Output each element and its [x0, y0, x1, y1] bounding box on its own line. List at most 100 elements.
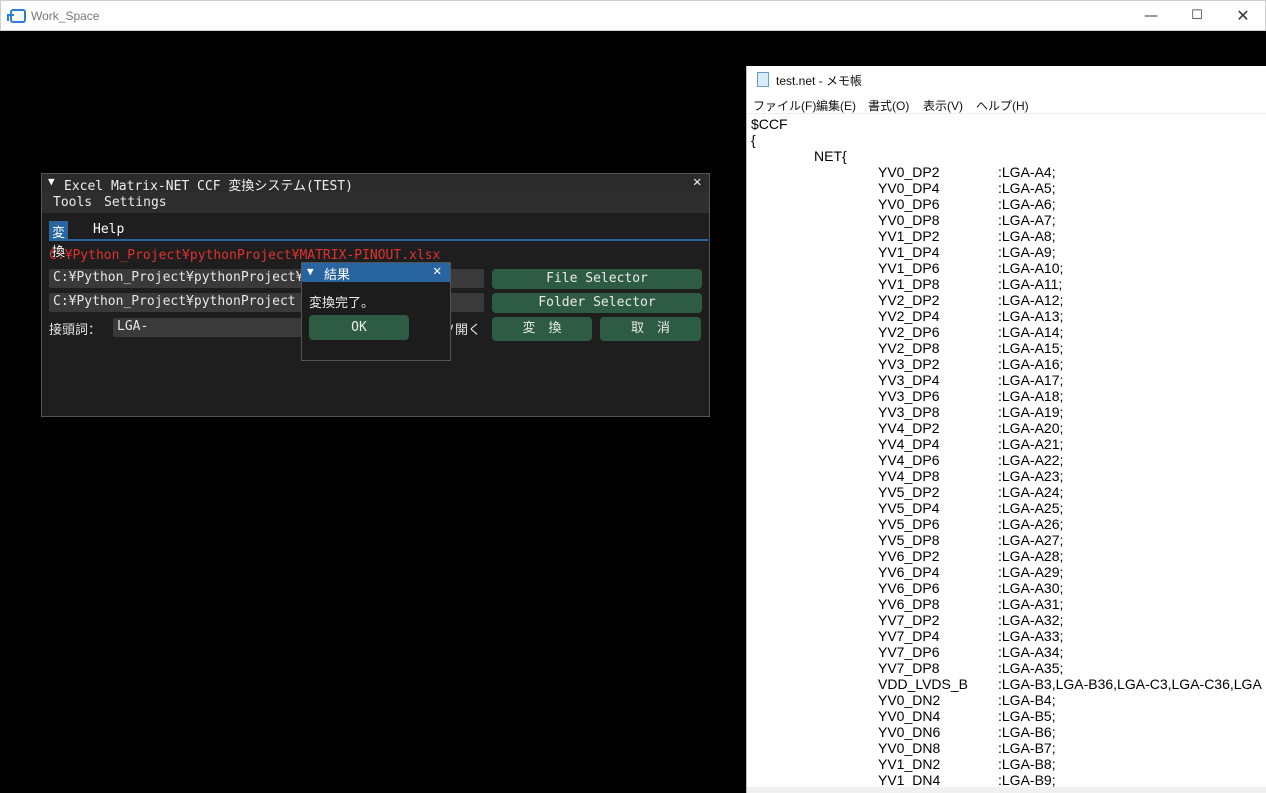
menu-view[interactable]: 表示(V) — [923, 97, 963, 114]
pin-name: YV3_DP8 — [878, 404, 940, 420]
minimize-button[interactable]: — — [1128, 1, 1174, 32]
pin-value: :LGA-B8; — [998, 756, 1056, 772]
notepad-icon — [757, 72, 769, 87]
pin-name: YV6_DP8 — [878, 596, 940, 612]
pin-name: YV5_DP2 — [878, 484, 940, 500]
convert-button[interactable]: 変 換 — [492, 317, 592, 341]
result-dialog[interactable]: ▼ 結果 ✕ 変換完了。 OK — [301, 262, 451, 361]
pin-name: YV4_DP2 — [878, 420, 940, 436]
pin-name: YV2_DP2 — [878, 292, 940, 308]
pin-value: :LGA-A31; — [998, 596, 1064, 612]
pin-value: :LGA-A15; — [998, 340, 1064, 356]
panel-menubar: Tools Settings — [42, 192, 709, 213]
pin-value: :LGA-A34; — [998, 644, 1064, 660]
dialog-message: 変換完了。 — [309, 296, 375, 311]
pin-name: YV2_DP4 — [878, 308, 940, 324]
pin-name: YV7_DP2 — [878, 612, 940, 628]
pin-value: :LGA-A32; — [998, 612, 1064, 628]
pin-value: :LGA-A6; — [998, 196, 1056, 212]
pin-name: YV4_DP6 — [878, 452, 940, 468]
ok-button[interactable]: OK — [309, 315, 409, 340]
horizontal-scrollbar[interactable] — [747, 787, 1266, 793]
panel-close-icon[interactable]: ✕ — [693, 174, 701, 190]
pin-value: :LGA-A29; — [998, 564, 1064, 580]
notepad-title: test.net - メモ帳 — [776, 74, 863, 88]
pin-name: YV5_DP6 — [878, 516, 940, 532]
dialog-collapse-icon[interactable]: ▼ — [307, 265, 314, 278]
pin-value: :LGA-B7; — [998, 740, 1056, 756]
pin-name: YV6_DP2 — [878, 548, 940, 564]
window-titlebar[interactable]: Work_Space — ☐ ✕ — [0, 0, 1266, 31]
pin-value: :LGA-A16; — [998, 356, 1064, 372]
pin-name: VDD_LVDS_B — [878, 676, 969, 692]
pin-name: YV4_DP8 — [878, 468, 940, 484]
pin-name: YV1_DN4 — [878, 772, 941, 788]
pin-name: YV7_DP8 — [878, 660, 940, 676]
pin-value: :LGA-A25; — [998, 500, 1064, 516]
pin-name: YV7_DP6 — [878, 644, 940, 660]
pin-name: YV1_DP6 — [878, 260, 940, 276]
collapse-arrow-icon[interactable]: ▼ — [48, 175, 55, 188]
tab-help[interactable]: Help — [90, 221, 127, 240]
window-title: Work_Space — [31, 9, 100, 23]
pin-value: :LGA-A5; — [998, 180, 1056, 196]
pin-name: YV0_DN2 — [878, 692, 941, 708]
pin-name: YV1_DP2 — [878, 228, 940, 244]
text-line: NET{ — [814, 148, 847, 164]
pin-name: YV6_DP6 — [878, 580, 940, 596]
menu-file[interactable]: ファイル(F) — [753, 97, 816, 114]
pin-name: YV2_DP6 — [878, 324, 940, 340]
pin-name: YV1_DN2 — [878, 756, 941, 772]
pin-name: YV1_DP8 — [878, 276, 940, 292]
maximize-button[interactable]: ☐ — [1174, 1, 1220, 32]
menu-settings[interactable]: Settings — [104, 195, 167, 210]
pin-value: :LGA-A17; — [998, 372, 1064, 388]
notepad-window[interactable]: test.net - メモ帳 ファイル(F) 編集(E) 書式(O) 表示(V)… — [746, 66, 1266, 793]
close-button[interactable]: ✕ — [1220, 1, 1266, 32]
pin-name: YV6_DP4 — [878, 564, 940, 580]
notepad-titlebar[interactable]: test.net - メモ帳 — [747, 66, 1266, 94]
pin-name: YV0_DN6 — [878, 724, 941, 740]
pin-value: :LGA-A21; — [998, 436, 1064, 452]
pin-name: YV5_DP8 — [878, 532, 940, 548]
pin-name: YV5_DP4 — [878, 500, 940, 516]
pin-name: YV3_DP6 — [878, 388, 940, 404]
app-icon — [7, 9, 26, 23]
pin-value: :LGA-A13; — [998, 308, 1064, 324]
dialog-titlebar[interactable]: ▼ 結果 ✕ — [302, 263, 450, 283]
pin-value: :LGA-A18; — [998, 388, 1064, 404]
folder-selector-button[interactable]: Folder Selector — [492, 293, 702, 313]
pin-value: :LGA-B6; — [998, 724, 1056, 740]
pin-name: YV1_DP4 — [878, 244, 940, 260]
menu-edit[interactable]: 編集(E) — [816, 97, 856, 114]
pin-name: YV0_DP4 — [878, 180, 940, 196]
pin-value: :LGA-B4; — [998, 692, 1056, 708]
pin-name: YV0_DP8 — [878, 212, 940, 228]
panel-titlebar[interactable]: ▼ Excel_Matrix-NET_CCF 変換システム(TEST) ✕ — [42, 174, 709, 194]
pin-name: YV4_DP4 — [878, 436, 940, 452]
menu-format[interactable]: 書式(O) — [868, 97, 909, 114]
pin-value: :LGA-A23; — [998, 468, 1064, 484]
pin-value: :LGA-A12; — [998, 292, 1064, 308]
pin-value: :LGA-A14; — [998, 324, 1064, 340]
pin-value: :LGA-A7; — [998, 212, 1056, 228]
pin-value: :LGA-A8; — [998, 228, 1056, 244]
pin-value: :LGA-A33; — [998, 628, 1064, 644]
dialog-close-icon[interactable]: ✕ — [433, 263, 441, 279]
pin-name: YV0_DN8 — [878, 740, 941, 756]
pin-value: :LGA-A22; — [998, 452, 1064, 468]
pin-value: :LGA-A20; — [998, 420, 1064, 436]
tab-convert[interactable]: 変換 — [49, 221, 69, 260]
pin-value: :LGA-A10; — [998, 260, 1064, 276]
pin-value: :LGA-A19; — [998, 404, 1064, 420]
pin-value: :LGA-B9; — [998, 772, 1056, 788]
pin-value: :LGA-A24; — [998, 484, 1064, 500]
file-selector-button[interactable]: File Selector — [492, 269, 702, 289]
prefix-input[interactable]: LGA- — [113, 318, 313, 337]
cancel-button[interactable]: 取 消 — [600, 317, 701, 341]
menu-tools[interactable]: Tools — [53, 195, 92, 210]
pin-value: :LGA-A4; — [998, 164, 1056, 180]
menu-help[interactable]: ヘルプ(H) — [976, 97, 1029, 114]
pin-name: YV2_DP8 — [878, 340, 940, 356]
text-line: { — [751, 132, 756, 148]
